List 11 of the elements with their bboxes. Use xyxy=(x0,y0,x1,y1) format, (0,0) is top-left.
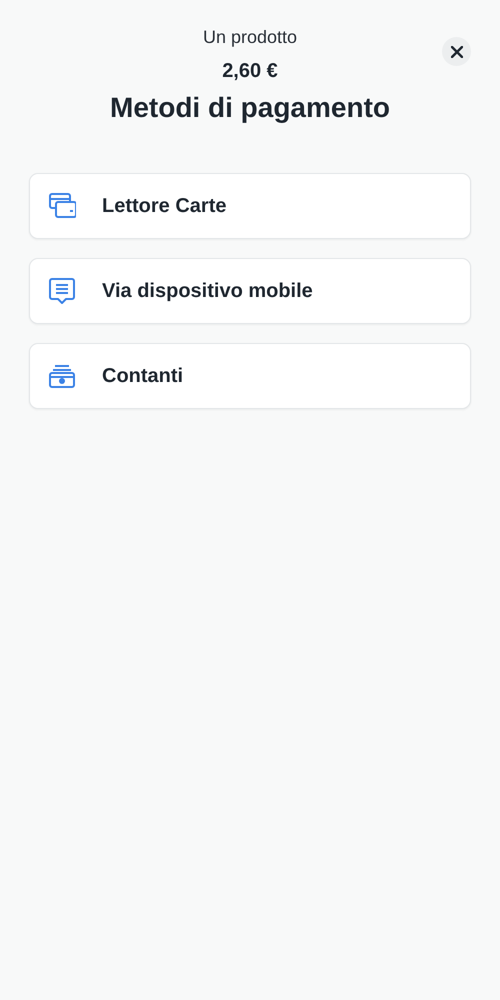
close-icon xyxy=(450,46,462,58)
page-title: Metodi di pagamento xyxy=(109,91,391,125)
amount: 2,60 € xyxy=(221,59,279,83)
payment-method-button[interactable]: Via dispositivo mobile xyxy=(29,258,471,324)
close-button[interactable] xyxy=(442,37,471,66)
payment-method-button[interactable]: Contanti xyxy=(29,343,471,409)
card-icon xyxy=(48,192,76,220)
message-icon xyxy=(48,277,76,305)
subtitle: Un prodotto xyxy=(202,26,298,48)
payment-method-button[interactable]: Lettore Carte xyxy=(29,173,471,239)
cash-icon xyxy=(48,362,76,390)
